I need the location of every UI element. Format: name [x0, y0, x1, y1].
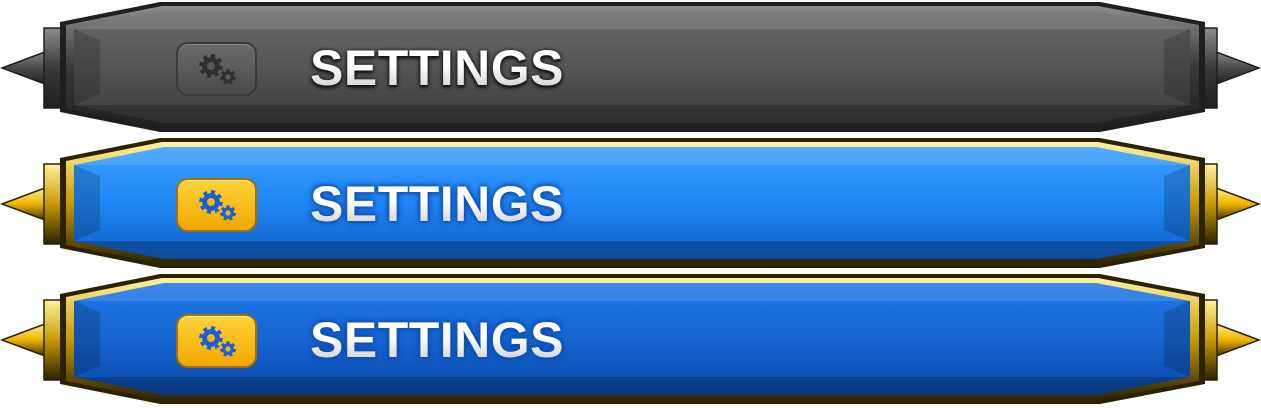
settings-button-normal[interactable]: SETTINGS — [0, 272, 1261, 408]
settings-icon-badge — [176, 42, 257, 96]
settings-icon-badge — [176, 178, 257, 232]
settings-label: SETTINGS — [310, 176, 565, 232]
settings-label: SETTINGS — [310, 312, 565, 368]
settings-button-disabled[interactable]: SETTINGS — [0, 0, 1261, 136]
gears-icon — [198, 326, 236, 357]
settings-button-sheet: SETTINGS SETTINGS SETTINGS — [0, 0, 1261, 408]
gears-icon — [198, 54, 236, 85]
gears-icon — [198, 190, 236, 221]
settings-icon-badge — [176, 314, 257, 368]
settings-button-hover[interactable]: SETTINGS — [0, 136, 1261, 272]
settings-label: SETTINGS — [310, 40, 565, 96]
